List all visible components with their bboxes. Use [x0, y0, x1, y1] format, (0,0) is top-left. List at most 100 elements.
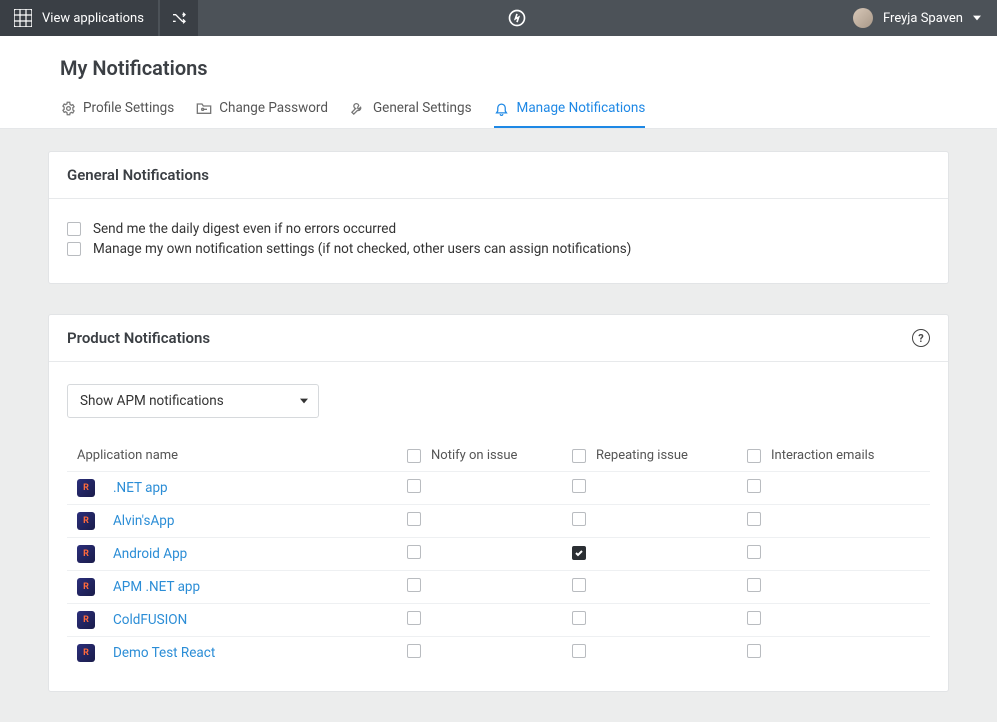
user-menu[interactable]: Freyja Spaven: [837, 8, 997, 28]
checkbox-notify[interactable]: [407, 479, 421, 493]
table-row: R Alvin'sApp: [67, 504, 930, 537]
app-icon: R: [77, 479, 95, 497]
shuffle-button[interactable]: [160, 0, 198, 36]
checkbox[interactable]: [67, 242, 81, 256]
cell-interaction: [747, 545, 882, 563]
cell-notify: [407, 512, 572, 530]
cell-interaction: [747, 644, 882, 662]
app-icon: R: [77, 644, 95, 662]
col-notify-on-issue: Notify on issue: [407, 448, 572, 463]
cell-interaction: [747, 479, 882, 497]
cell-interaction: [747, 611, 882, 629]
col-application-name-label: Application name: [77, 448, 178, 463]
app-logo: [198, 8, 837, 28]
tabbar: Profile Settings Change Password General S…: [0, 94, 997, 129]
table-row: R ColdFUSION: [67, 603, 930, 636]
app-icon: R: [77, 578, 95, 596]
checkbox-interaction[interactable]: [747, 611, 761, 625]
table-row: R APM .NET app: [67, 570, 930, 603]
cell-repeating: [572, 479, 747, 497]
general-notifications-panel: General Notifications Send me the daily …: [48, 151, 949, 284]
tab-label: General Settings: [373, 100, 472, 116]
view-applications-label: View applications: [42, 11, 144, 26]
apm-dropdown[interactable]: Show APM notifications: [67, 384, 319, 418]
app-cell: RAndroid App: [77, 545, 407, 563]
checkbox-repeating[interactable]: [572, 611, 586, 625]
checkbox-repeating[interactable]: [572, 546, 586, 560]
col-repeating-label: Repeating issue: [596, 448, 688, 463]
tab-label: Change Password: [219, 100, 328, 116]
apm-dropdown-label: Show APM notifications: [80, 393, 224, 409]
tab-password[interactable]: Change Password: [196, 94, 328, 128]
product-notifications-body: Show APM notifications Application name …: [49, 362, 948, 691]
product-notifications-header: Product Notifications ?: [49, 315, 948, 362]
checkbox-notify[interactable]: [407, 578, 421, 592]
folder-key-icon: [196, 100, 212, 116]
wrench-icon: [350, 100, 366, 116]
cell-notify: [407, 644, 572, 662]
checkbox-interaction[interactable]: [747, 578, 761, 592]
tab-profile[interactable]: Profile Settings: [60, 94, 174, 128]
checkbox-notify-all[interactable]: [407, 449, 421, 463]
cell-interaction: [747, 512, 882, 530]
app-icon: R: [77, 512, 95, 530]
checkbox-repeating[interactable]: [572, 512, 586, 526]
user-name-label: Freyja Spaven: [883, 11, 963, 26]
bell-icon: [494, 100, 510, 116]
table-body: R.NET appRAlvin'sAppRAndroid AppRAPM .NE…: [67, 471, 930, 669]
table-header: Application name Notify on issue Repeati…: [67, 440, 930, 471]
app-link[interactable]: Demo Test React: [113, 645, 215, 661]
app-link[interactable]: Alvin'sApp: [113, 513, 174, 529]
cell-interaction: [747, 578, 882, 596]
checkbox-notify[interactable]: [407, 512, 421, 526]
cell-notify: [407, 545, 572, 563]
option-label: Manage my own notification settings (if …: [93, 241, 631, 257]
help-icon[interactable]: ?: [912, 329, 930, 347]
checkbox-repeating-all[interactable]: [572, 449, 586, 463]
view-applications-button[interactable]: View applications: [0, 0, 158, 36]
page-title: My Notifications: [0, 56, 997, 94]
checkbox-interaction-all[interactable]: [747, 449, 761, 463]
checkbox-notify[interactable]: [407, 611, 421, 625]
cell-repeating: [572, 512, 747, 530]
cell-notify: [407, 578, 572, 596]
checkbox-notify[interactable]: [407, 545, 421, 559]
general-notifications-body: Send me the daily digest even if no erro…: [49, 199, 948, 283]
col-interaction-label: Interaction emails: [771, 448, 875, 463]
tab-notifications[interactable]: Manage Notifications: [494, 94, 646, 128]
checkbox-interaction[interactable]: [747, 545, 761, 559]
main: My Notifications Profile Settings Change …: [0, 36, 997, 692]
col-repeating-issue: Repeating issue: [572, 448, 747, 463]
chevron-down-icon: [300, 397, 308, 405]
checkbox-interaction[interactable]: [747, 644, 761, 658]
grid-icon: [14, 9, 32, 27]
app-link[interactable]: APM .NET app: [113, 579, 200, 595]
cell-notify: [407, 479, 572, 497]
app-icon: R: [77, 611, 95, 629]
content: General Notifications Send me the daily …: [0, 129, 997, 692]
app-cell: R ColdFUSION: [77, 611, 407, 629]
checkbox-interaction[interactable]: [747, 479, 761, 493]
app-link[interactable]: ColdFUSION: [113, 612, 187, 628]
cell-notify: [407, 611, 572, 629]
product-notifications-title: Product Notifications: [67, 329, 210, 347]
app-cell: R Alvin'sApp: [77, 512, 407, 530]
app-cell: R APM .NET app: [77, 578, 407, 596]
checkbox-interaction[interactable]: [747, 512, 761, 526]
checkbox-repeating[interactable]: [572, 644, 586, 658]
app-link[interactable]: .NET app: [113, 480, 168, 496]
col-interaction-emails: Interaction emails: [747, 448, 882, 463]
app-cell: R .NET app: [77, 479, 407, 497]
tab-label: Manage Notifications: [517, 100, 646, 116]
general-option-row: Manage my own notification settings (if …: [67, 241, 930, 257]
checkbox-repeating[interactable]: [572, 479, 586, 493]
topbar: View applications Freyja Spaven: [0, 0, 997, 36]
tab-general[interactable]: General Settings: [350, 94, 472, 128]
general-option-row: Send me the daily digest even if no erro…: [67, 221, 930, 237]
checkbox[interactable]: [67, 222, 81, 236]
checkbox-repeating[interactable]: [572, 578, 586, 592]
app-link[interactable]: Android App: [113, 546, 187, 562]
gear-icon: [60, 100, 76, 116]
checkbox-notify[interactable]: [407, 644, 421, 658]
notifications-table: Application name Notify on issue Repeati…: [67, 440, 930, 669]
